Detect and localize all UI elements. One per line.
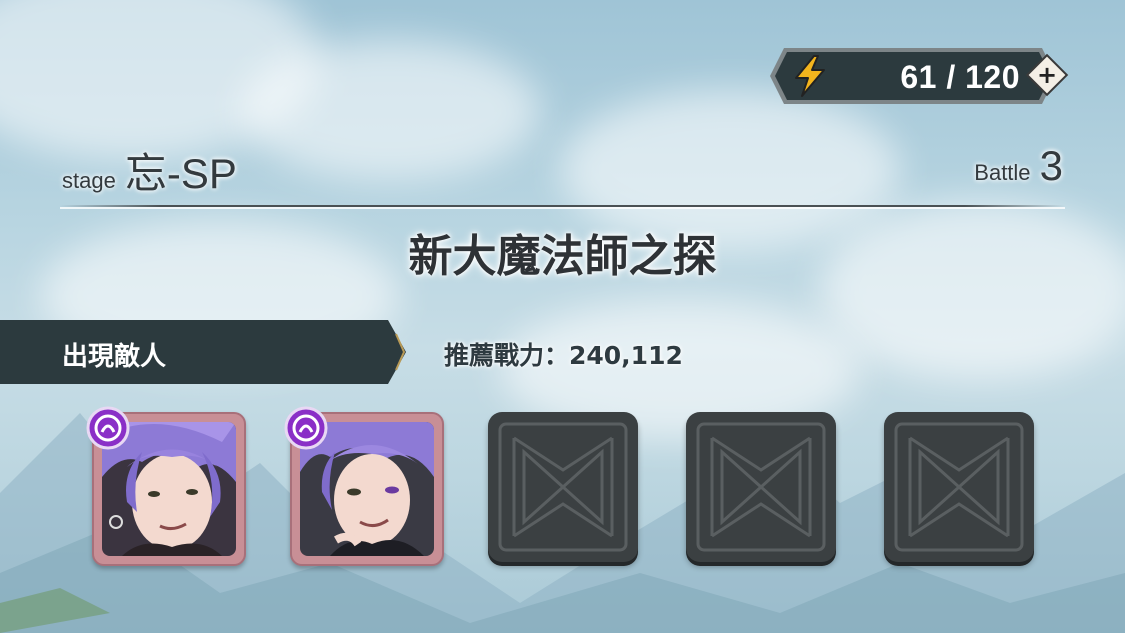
empty-slot-emblem-icon xyxy=(894,422,1024,552)
purple-magic-icon xyxy=(86,406,130,450)
header-divider xyxy=(60,205,1065,209)
stage-label: stage xyxy=(62,168,116,193)
enemy-slot-1[interactable] xyxy=(86,406,246,566)
empty-enemy-slot-3 xyxy=(488,412,638,562)
empty-enemy-slot-5 xyxy=(884,412,1034,562)
recommended-power: 推薦戰力：240,112 xyxy=(444,341,683,370)
empty-slot-emblem-icon xyxy=(498,422,628,552)
enemies-tab-label: 出現敵人 xyxy=(62,342,167,372)
enemies-tab: 出現敵人 xyxy=(0,320,410,384)
energy-counter: 61 / 120 + xyxy=(770,46,1069,104)
purple-magic-icon xyxy=(284,406,328,450)
stage-title: 新大魔法師之探 xyxy=(408,231,717,282)
stage-code: 忘-SP xyxy=(124,150,237,197)
add-energy-button[interactable]: + xyxy=(1024,52,1070,98)
energy-value: 61 / 120 xyxy=(900,59,1020,95)
battle-info: Battle 3 xyxy=(974,142,1063,190)
svg-text:+: + xyxy=(1037,61,1057,89)
battle-label: Battle xyxy=(974,160,1031,185)
lightning-bolt-icon xyxy=(790,54,830,102)
battle-number: 3 xyxy=(1039,142,1063,189)
stage-info: stage 忘-SP xyxy=(62,140,237,201)
enemy-slot-2[interactable] xyxy=(284,406,444,566)
empty-slot-emblem-icon xyxy=(696,422,826,552)
empty-enemy-slot-4 xyxy=(686,412,836,562)
